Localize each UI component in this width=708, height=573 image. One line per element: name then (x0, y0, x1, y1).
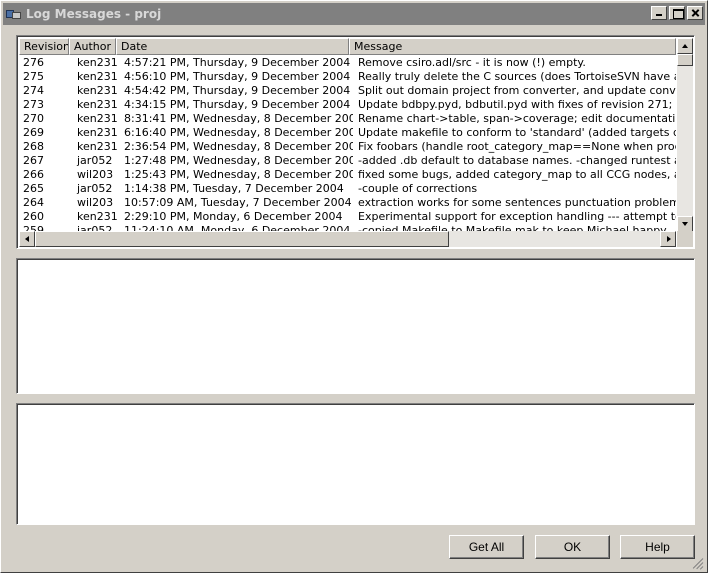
message-cell: extraction works for some sentences punc… (358, 196, 676, 209)
message-cell: Update bdbpy.pyd, bdbutil.pyd with fixes… (358, 98, 676, 111)
column-header-author[interactable]: Author (69, 38, 116, 55)
message-cell: -added .db default to database names. -c… (358, 154, 676, 167)
message-cell: Rename chart->table, span->coverage; edi… (358, 112, 676, 125)
list-header: Revision Author Date Message (19, 38, 676, 55)
message-cell: -couple of corrections (358, 182, 478, 195)
revision-cell: 264 (23, 196, 44, 209)
revision-cell: 267 (23, 154, 44, 167)
column-header-message[interactable]: Message (349, 38, 676, 55)
revision-cell: 265 (23, 182, 44, 195)
date-cell: 1:14:38 PM, Tuesday, 7 December 2004 (124, 182, 344, 195)
log-row[interactable]: 270 ken231 8:31:41 PM, Wednesday, 8 Decemb… (19, 112, 676, 126)
revision-cell: 266 (23, 168, 44, 181)
author-cell: wil203 (77, 168, 114, 181)
log-row[interactable]: 264 wil203 10:57:09 AM, Tuesday, 7 Decembe… (19, 196, 676, 210)
log-row[interactable]: 275 ken231 4:56:10 PM, Thursday, 9 Decembe… (19, 70, 676, 84)
help-button[interactable]: Help (620, 535, 695, 559)
vertical-scrollbar[interactable] (677, 38, 693, 232)
resize-grip-icon[interactable] (692, 558, 705, 570)
date-cell: 1:25:43 PM, Wednesday, 8 December 2004 (124, 168, 353, 181)
revision-cell: 273 (23, 98, 44, 111)
log-message-pane[interactable] (16, 258, 695, 394)
window-title: Log Messages - proj (26, 7, 162, 21)
window-controls (649, 6, 703, 20)
arrow-down-icon (682, 222, 688, 226)
column-header-revision[interactable]: Revision (19, 38, 69, 55)
author-cell: wil203 (77, 196, 114, 209)
date-cell: 4:54:42 PM, Thursday, 9 December 2004 (124, 84, 351, 97)
revision-cell: 270 (23, 112, 44, 125)
horizontal-scroll-thumb[interactable] (35, 231, 449, 247)
minimize-button[interactable] (651, 6, 667, 20)
changed-paths-pane[interactable] (16, 403, 695, 525)
ok-button[interactable]: OK (535, 535, 610, 559)
log-rows: 276 ken231 4:57:21 PM, Thursday, 9 Decembe… (19, 56, 676, 232)
arrow-left-icon (25, 236, 29, 242)
author-cell: ken231 (77, 70, 118, 83)
arrow-right-icon (667, 236, 671, 242)
log-row[interactable]: 268 ken231 2:36:54 PM, Wednesday, 8 Decemb… (19, 140, 676, 154)
close-button[interactable] (687, 6, 703, 20)
get-all-button[interactable]: Get All (449, 535, 524, 559)
log-row[interactable]: 265 jar052 1:14:38 PM, Tuesday, 7 December… (19, 182, 676, 196)
scroll-right-button[interactable] (660, 231, 676, 247)
date-cell: 10:57:09 AM, Tuesday, 7 December 2004 (124, 196, 352, 209)
date-cell: 4:34:15 PM, Thursday, 9 December 2004 (124, 98, 351, 111)
log-row[interactable]: 266 wil203 1:25:43 PM, Wednesday, 8 Decemb… (19, 168, 676, 182)
log-row[interactable]: 269 ken231 6:16:40 PM, Wednesday, 8 Decemb… (19, 126, 676, 140)
date-cell: 4:57:21 PM, Thursday, 9 December 2004 (124, 56, 351, 69)
date-cell: 1:27:48 PM, Wednesday, 8 December 2004 (124, 154, 353, 167)
message-cell: Remove csiro.adl/src - it is now (!) emp… (358, 56, 586, 69)
log-list[interactable]: Revision Author Date Message 276 ken231 4:… (16, 35, 695, 249)
scroll-left-button[interactable] (19, 231, 35, 247)
revision-cell: 269 (23, 126, 44, 139)
date-cell: 2:29:10 PM, Monday, 6 December 2004 (124, 210, 343, 223)
revision-cell: 274 (23, 84, 44, 97)
app-icon (6, 6, 22, 22)
column-header-date[interactable]: Date (116, 38, 349, 55)
author-cell: ken231 (77, 140, 118, 153)
date-cell: 6:16:40 PM, Wednesday, 8 December 2004 (124, 126, 353, 139)
scroll-up-button[interactable] (677, 38, 693, 54)
arrow-up-icon (682, 44, 688, 48)
author-cell: jar052 (77, 182, 113, 195)
author-cell: ken231 (77, 210, 118, 223)
date-cell: 8:31:41 PM, Wednesday, 8 December 2004 (124, 112, 353, 125)
message-cell: Experimental support for exception handl… (358, 210, 676, 223)
log-row[interactable]: 276 ken231 4:57:21 PM, Thursday, 9 Decembe… (19, 56, 676, 70)
author-cell: ken231 (77, 126, 118, 139)
horizontal-scrollbar[interactable] (19, 231, 676, 247)
revision-cell: 260 (23, 210, 44, 223)
message-cell: Really truly delete the C sources (does … (358, 70, 676, 83)
author-cell: ken231 (77, 112, 118, 125)
vertical-scroll-thumb[interactable] (677, 54, 693, 66)
log-row[interactable]: 267 jar052 1:27:48 PM, Wednesday, 8 Decemb… (19, 154, 676, 168)
log-messages-window: Log Messages - proj Revision Author Date… (0, 0, 708, 573)
log-row[interactable]: 260 ken231 2:29:10 PM, Monday, 6 December … (19, 210, 676, 224)
maximize-button[interactable] (669, 6, 685, 20)
author-cell: ken231 (77, 84, 118, 97)
date-cell: 4:56:10 PM, Thursday, 9 December 2004 (124, 70, 351, 83)
title-bar[interactable]: Log Messages - proj (3, 3, 705, 25)
author-cell: ken231 (77, 98, 118, 111)
scroll-down-button[interactable] (677, 216, 693, 232)
author-cell: ken231 (77, 56, 118, 69)
message-cell: Update makefile to conform to 'standard'… (358, 126, 676, 139)
revision-cell: 276 (23, 56, 44, 69)
revision-cell: 268 (23, 140, 44, 153)
message-cell: Split out domain project from converter,… (358, 84, 676, 97)
date-cell: 2:36:54 PM, Wednesday, 8 December 2004 (124, 140, 353, 153)
message-cell: fixed some bugs, added category_map to a… (358, 168, 676, 181)
revision-cell: 275 (23, 70, 44, 83)
author-cell: jar052 (77, 154, 113, 167)
scrollbar-corner (677, 231, 693, 247)
log-row[interactable]: 274 ken231 4:54:42 PM, Thursday, 9 Decembe… (19, 84, 676, 98)
log-row[interactable]: 273 ken231 4:34:15 PM, Thursday, 9 Decembe… (19, 98, 676, 112)
message-cell: Fix foobars (handle root_category_map==N… (358, 140, 676, 153)
